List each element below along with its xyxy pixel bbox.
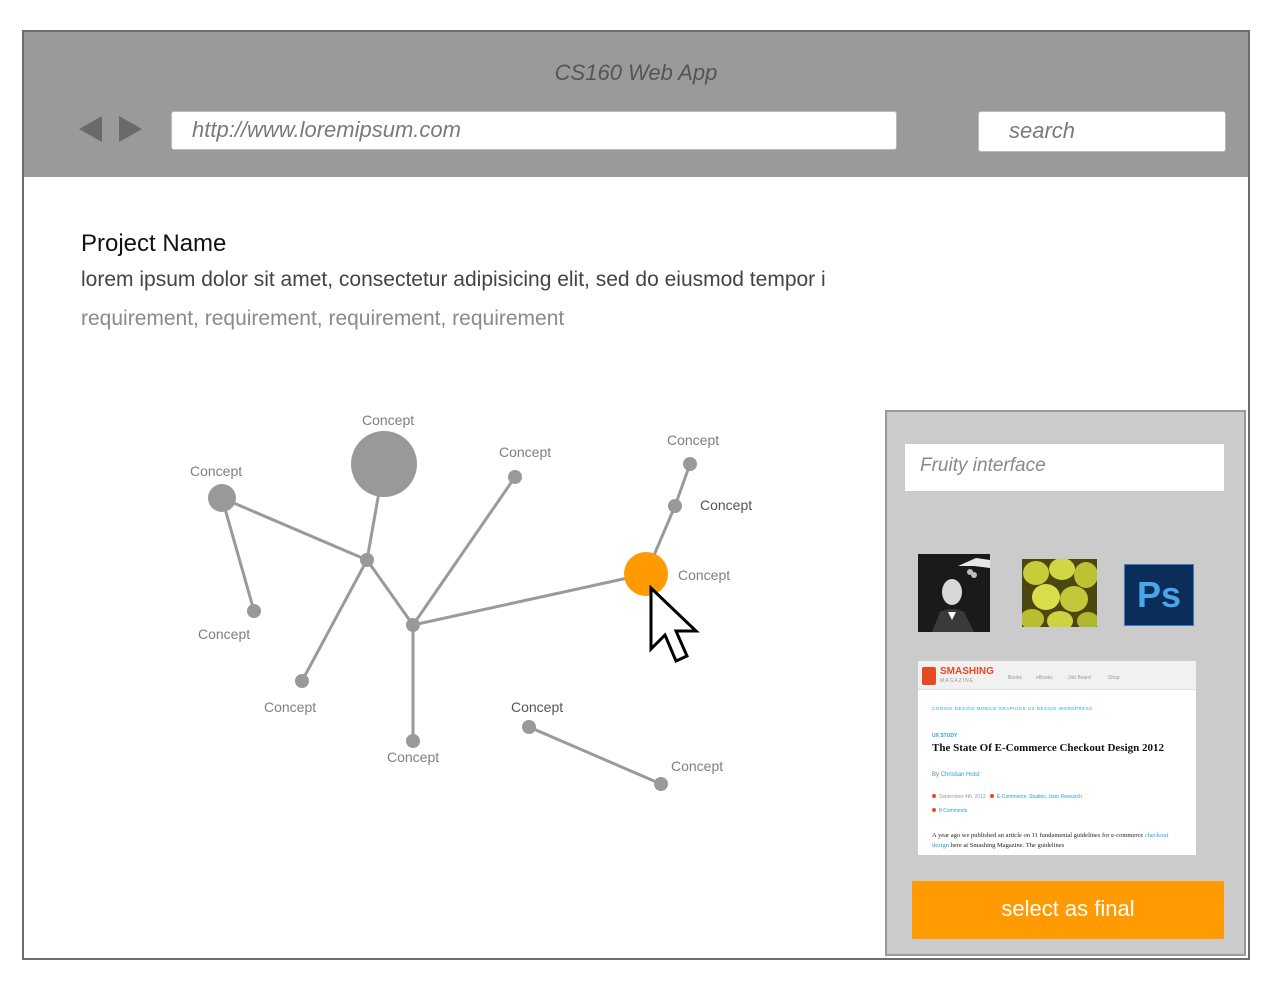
portrait-icon <box>918 554 990 632</box>
concept-label: Concept <box>678 567 730 583</box>
concept-label: Concept <box>190 463 242 479</box>
article-kicker: UX STUDY <box>932 733 958 739</box>
article-preview[interactable]: SMASHING MAGAZINE Books eBooks Job Board… <box>918 661 1196 855</box>
article-categories[interactable]: CODING DESIGN MOBILE GRAPHICS UX DESIGN … <box>932 706 1093 711</box>
select-as-final-button[interactable]: select as final <box>912 881 1224 939</box>
mouse-pointer-icon <box>649 585 700 664</box>
panel-search-input[interactable]: Fruity interface <box>905 444 1224 491</box>
edge <box>411 476 517 626</box>
concept-label: Concept <box>198 626 250 642</box>
edge <box>300 559 369 682</box>
side-panel: Fruity interface Ps SMASHING MAGAZINE Bo… <box>885 410 1246 956</box>
concept-node[interactable] <box>247 604 261 618</box>
article-nav-item[interactable]: eBooks <box>1036 675 1053 681</box>
article-comments-count: 8 Comments <box>939 808 968 814</box>
concept-label: Concept <box>499 444 551 460</box>
concept-label: Concept <box>700 497 752 513</box>
concept-node[interactable] <box>654 777 668 791</box>
concept-node[interactable] <box>683 457 697 471</box>
browser-window: CS160 Web App http://www.loremipsum.com … <box>22 30 1250 960</box>
article-meta: September 4th, 2012 E-Commerce, Studies,… <box>932 794 1082 800</box>
smashing-logo: SMASHING <box>940 666 994 677</box>
edge <box>221 496 368 562</box>
concept-node[interactable] <box>406 734 420 748</box>
article-nav-item[interactable]: Job Board <box>1068 675 1091 681</box>
concept-node[interactable] <box>351 431 417 497</box>
article-body-text: here at Smashing Magazine. The guideline… <box>950 842 1065 849</box>
article-comments[interactable]: 8 Comments <box>932 808 967 814</box>
concept-label: Concept <box>387 749 439 765</box>
edge <box>220 497 256 612</box>
article-header: SMASHING MAGAZINE Books eBooks Job Board… <box>918 661 1196 690</box>
concept-label: Concept <box>362 412 414 428</box>
article-nav-item[interactable]: Books <box>1008 675 1022 681</box>
concept-node[interactable] <box>668 499 682 513</box>
concept-label: Concept <box>264 699 316 715</box>
article-body: A year ago we published an article on 11… <box>932 831 1184 851</box>
tag-icon <box>989 794 994 798</box>
calendar-icon <box>932 794 936 798</box>
article-tags[interactable]: E-Commerce, Studies, User Research <box>997 794 1082 800</box>
concept-node[interactable] <box>522 720 536 734</box>
concept-label: Concept <box>667 432 719 448</box>
pears-icon <box>1022 559 1097 627</box>
article-author[interactable]: Christian Holst <box>941 772 980 778</box>
article-title[interactable]: The State Of E-Commerce Checkout Design … <box>932 742 1187 755</box>
concept-node[interactable] <box>508 470 522 484</box>
article-byline: By Christian Holst <box>932 772 980 778</box>
concept-label: Concept <box>511 699 563 715</box>
edge <box>528 725 662 786</box>
smashing-logo-sub: MAGAZINE <box>940 678 975 684</box>
comment-icon <box>932 808 936 812</box>
edge <box>412 572 647 627</box>
article-date: September 4th, 2012 <box>939 794 986 800</box>
pears-thumbnail[interactable] <box>1022 559 1097 627</box>
concept-label: Concept <box>671 758 723 774</box>
byline-prefix: By <box>932 772 940 778</box>
concept-node[interactable] <box>406 618 420 632</box>
article-nav-item[interactable]: Shop <box>1108 675 1120 681</box>
concept-node[interactable] <box>360 553 374 567</box>
concept-node[interactable] <box>208 484 236 512</box>
portrait-thumbnail[interactable] <box>918 554 990 632</box>
photoshop-icon: Ps <box>1136 574 1182 615</box>
concept-node[interactable] <box>295 674 309 688</box>
article-body-text: A year ago we published an article on 11… <box>932 832 1144 839</box>
smashing-logo-icon <box>922 667 936 685</box>
edge <box>365 559 415 626</box>
photoshop-logo-thumbnail[interactable]: Ps <box>1124 564 1194 626</box>
